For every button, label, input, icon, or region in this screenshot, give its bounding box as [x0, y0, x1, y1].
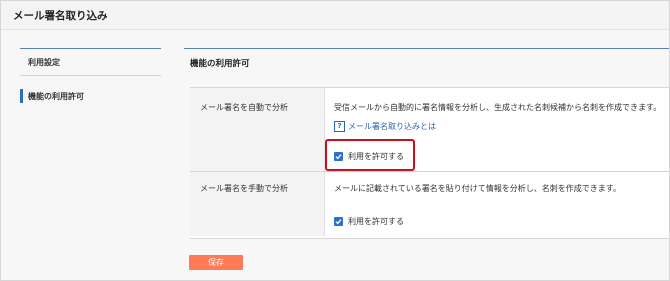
section-title: 機能の利用許可: [190, 59, 250, 69]
app-window: メール署名取り込み 利用設定 機能の利用許可 機能の利用許可 メール署名を自動で…: [0, 0, 670, 281]
checkbox-checked-icon: [334, 216, 343, 226]
help-link-label: メール署名取り込みとは: [348, 121, 436, 131]
row-description-manual-analysis: メールに記載されている署名を貼り付けて情報を分析し、名刺を作成できます。: [334, 184, 621, 193]
help-link[interactable]: ? メール署名取り込みとは: [334, 120, 436, 132]
section-top-divider: [184, 48, 669, 49]
allow-auto-analysis-checkbox[interactable]: 利用を許可する: [334, 150, 404, 162]
sidebar-item-settings[interactable]: 利用設定: [28, 57, 60, 68]
help-icon: ?: [334, 120, 345, 132]
checkbox-checked-icon: [334, 151, 343, 161]
allow-manual-analysis-checkbox[interactable]: 利用を許可する: [334, 215, 404, 227]
checkbox-label: 利用を許可する: [348, 216, 404, 226]
row-label-auto-analysis: メール署名を自動で分析: [200, 103, 288, 112]
row-description-auto-analysis: 受信メールから自動的に署名情報を分析し、生成された名刺候補から名刺を作成できます…: [334, 103, 662, 112]
sidebar-active-indicator: [20, 89, 23, 103]
checkbox-label: 利用を許可する: [348, 151, 404, 161]
save-button[interactable]: 保存: [189, 255, 243, 270]
row-divider: [190, 171, 669, 172]
row-label-manual-analysis: メール署名を手動で分析: [200, 184, 288, 193]
page-header: メール署名取り込み: [1, 1, 669, 30]
sidebar-item-permissions[interactable]: 機能の利用許可: [28, 91, 84, 102]
sidebar-divider: [20, 75, 161, 76]
page-title: メール署名取り込み: [13, 10, 108, 22]
sidebar-top-divider: [20, 48, 161, 49]
